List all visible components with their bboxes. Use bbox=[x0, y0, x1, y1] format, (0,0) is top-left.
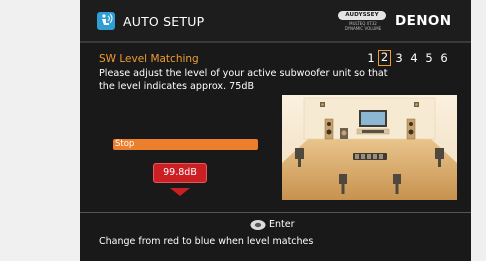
auto-setup-icon bbox=[97, 12, 115, 30]
step-5: 5 bbox=[425, 51, 433, 65]
level-pointer-icon bbox=[170, 188, 190, 196]
level-readout-badge: 99.8dB bbox=[153, 163, 207, 183]
audyssey-logo: AUDYSSEY MULTEQ XT32 DYNAMIC VOLUME bbox=[335, 11, 391, 33]
audyssey-dynamic-volume-text: DYNAMIC VOLUME bbox=[344, 26, 382, 31]
brand-logo: DENON bbox=[395, 13, 452, 29]
instruction-text: Please adjust the level of your active s… bbox=[99, 68, 388, 92]
step-1: 1 bbox=[367, 51, 375, 65]
header-bar: AUTO SETUP AUDYSSEY MULTEQ XT32 DYNAMIC … bbox=[80, 0, 471, 43]
audyssey-badge: AUDYSSEY bbox=[338, 11, 386, 20]
right-margin bbox=[471, 0, 486, 261]
left-margin bbox=[0, 0, 80, 261]
step-3: 3 bbox=[395, 51, 403, 65]
enter-label: Enter bbox=[269, 219, 295, 230]
setup-screen: AUTO SETUP AUDYSSEY MULTEQ XT32 DYNAMIC … bbox=[80, 0, 471, 261]
step-6: 6 bbox=[440, 51, 448, 65]
section-title: SW Level Matching bbox=[99, 53, 199, 65]
footer-hint: Change from red to blue when level match… bbox=[99, 236, 314, 247]
level-meter-bar: Stop bbox=[113, 139, 258, 150]
step-4: 4 bbox=[410, 51, 418, 65]
level-readout-value: 99.8dB bbox=[163, 167, 197, 178]
enter-button-icon bbox=[250, 220, 266, 230]
level-meter-label: Stop bbox=[115, 139, 135, 149]
speaker-layout-illustration bbox=[282, 95, 457, 200]
footer-divider bbox=[80, 212, 471, 213]
app-title: AUTO SETUP bbox=[123, 14, 205, 29]
step-2-active: 2 bbox=[378, 50, 391, 66]
